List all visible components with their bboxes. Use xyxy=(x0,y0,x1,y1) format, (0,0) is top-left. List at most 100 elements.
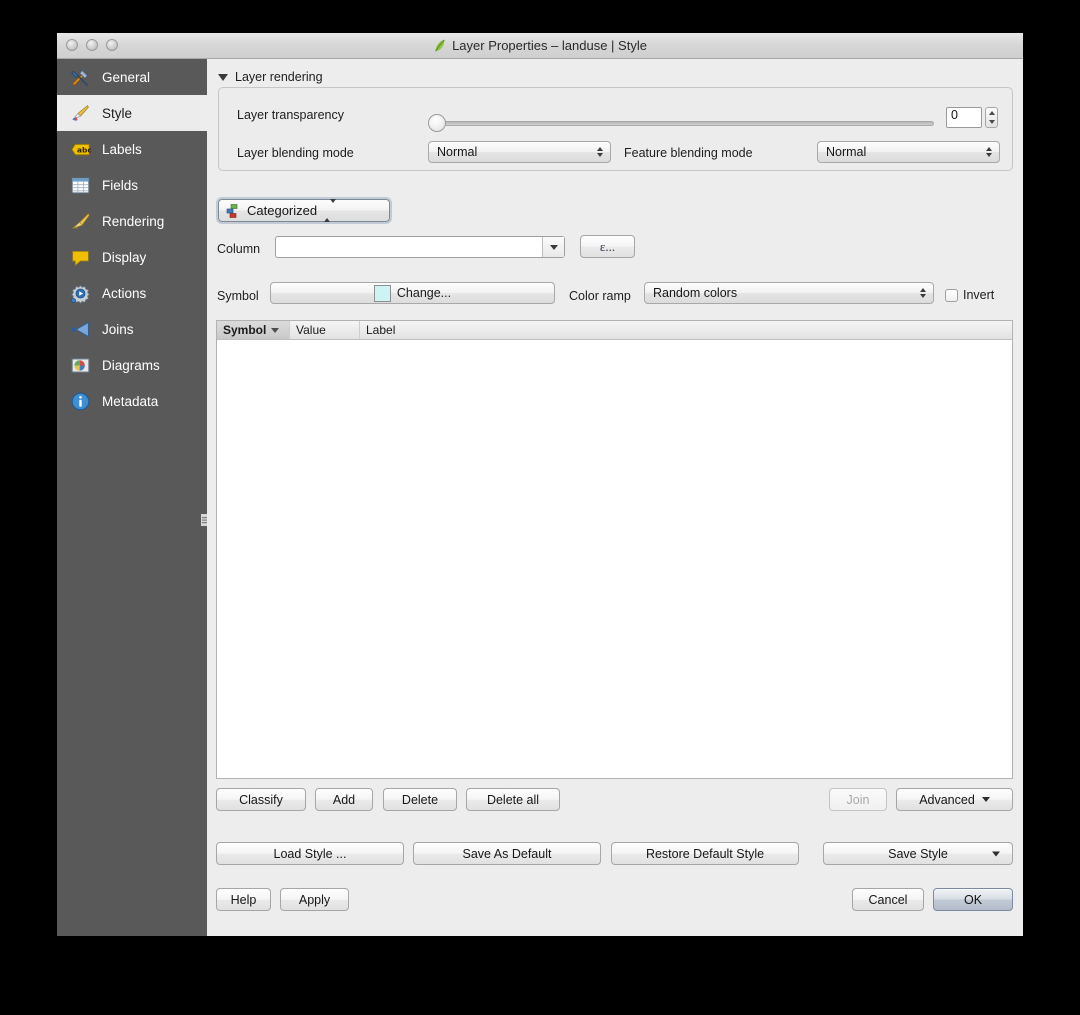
column-dropdown-button[interactable] xyxy=(542,237,564,257)
triangle-down-icon xyxy=(218,73,228,81)
triangle-down-icon xyxy=(992,851,1000,856)
chevron-down-icon xyxy=(549,244,558,250)
gear-play-icon xyxy=(71,284,90,304)
table-body[interactable] xyxy=(217,340,1012,778)
save-style-label: Save Style xyxy=(888,846,948,861)
column-header-label-label: Label xyxy=(366,323,396,337)
renderer-type-value: Categorized xyxy=(247,203,318,218)
restore-default-style-button[interactable]: Restore Default Style xyxy=(611,842,799,865)
color-ramp-label: Color ramp xyxy=(569,289,631,303)
spinbox-stepper[interactable] xyxy=(985,107,998,128)
updown-arrows-icon xyxy=(324,199,337,222)
color-ramp-select[interactable]: Random colors xyxy=(644,282,934,304)
minimize-button[interactable] xyxy=(86,39,98,51)
layer-rendering-group-header[interactable]: Layer rendering xyxy=(218,70,323,84)
spin-down-icon[interactable] xyxy=(988,120,995,125)
layer-rendering-group-title: Layer rendering xyxy=(235,70,323,84)
delete-button[interactable]: Delete xyxy=(383,788,457,811)
sidebar-item-actions[interactable]: Actions xyxy=(57,275,207,311)
column-header-value[interactable]: Value xyxy=(290,321,360,339)
sidebar-item-label: Display xyxy=(102,249,147,265)
svg-text:abc: abc xyxy=(77,145,91,154)
sidebar-item-label: Joins xyxy=(102,321,134,337)
column-header-value-label: Value xyxy=(296,323,326,337)
column-header-label[interactable]: Label xyxy=(360,321,1012,339)
sidebar-item-rendering[interactable]: Rendering xyxy=(57,203,207,239)
cancel-button[interactable]: Cancel xyxy=(852,888,924,911)
sidebar-item-fields[interactable]: Fields xyxy=(57,167,207,203)
invert-checkbox-row[interactable]: Invert xyxy=(945,288,994,302)
slider-groove xyxy=(434,121,934,126)
sidebar-item-label: Actions xyxy=(102,285,147,301)
speech-bubble-icon xyxy=(72,250,89,266)
transparency-value[interactable]: 0 xyxy=(946,107,982,128)
sidebar-item-style[interactable]: Style xyxy=(57,95,207,131)
spin-up-icon[interactable] xyxy=(988,110,995,115)
pie-chart-icon xyxy=(71,357,90,373)
symbol-change-button[interactable]: Change... xyxy=(270,282,555,304)
window-title-text: Layer Properties – landuse | Style xyxy=(452,38,647,53)
save-style-button[interactable]: Save Style xyxy=(823,842,1013,865)
broom-icon xyxy=(72,212,90,229)
layer-rendering-group: Layer transparency 0 Layer blending mode… xyxy=(218,87,1013,171)
color-ramp-value: Random colors xyxy=(653,286,738,300)
delete-all-button[interactable]: Delete all xyxy=(466,788,560,811)
apply-button[interactable]: Apply xyxy=(280,888,349,911)
sidebar-item-labels[interactable]: abc Labels xyxy=(57,131,207,167)
add-button[interactable]: Add xyxy=(315,788,373,811)
slider-handle[interactable] xyxy=(428,114,446,132)
sidebar-item-label: Style xyxy=(102,105,133,121)
sidebar-item-joins[interactable]: Joins xyxy=(57,311,207,347)
sidebar-item-label: Labels xyxy=(102,141,142,157)
layer-transparency-spinbox[interactable]: 0 xyxy=(946,107,998,128)
window-titlebar: Layer Properties – landuse | Style xyxy=(57,33,1023,59)
sidebar-item-label: General xyxy=(102,69,151,85)
table-header-row: Symbol Value Label xyxy=(217,321,1012,340)
save-as-default-button[interactable]: Save As Default xyxy=(413,842,601,865)
sidebar-item-diagrams[interactable]: Diagrams xyxy=(57,347,207,383)
zoom-button[interactable] xyxy=(106,39,118,51)
column-select[interactable] xyxy=(275,236,565,258)
brush-icon xyxy=(72,104,89,121)
categorized-icon xyxy=(226,203,238,218)
sidebar-item-label: Metadata xyxy=(102,393,159,409)
advanced-button[interactable]: Advanced xyxy=(896,788,1013,811)
symbol-preview-swatch xyxy=(373,284,391,302)
close-button[interactable] xyxy=(66,39,78,51)
symbol-change-label: Change... xyxy=(396,286,452,300)
layer-blending-mode-select[interactable]: Normal xyxy=(428,141,611,163)
triangle-down-icon xyxy=(981,797,990,802)
join-arrow-icon xyxy=(70,321,89,337)
ok-button[interactable]: OK xyxy=(933,888,1013,911)
sidebar: General Style abc Labels Fields Renderin… xyxy=(57,59,208,936)
layer-blending-label: Layer blending mode xyxy=(237,146,354,160)
renderer-type-select[interactable]: Categorized xyxy=(218,199,390,222)
expression-builder-button[interactable]: ε... xyxy=(580,235,635,258)
column-header-symbol-label: Symbol xyxy=(223,323,267,337)
sidebar-item-general[interactable]: General xyxy=(57,59,207,95)
feature-blending-label: Feature blending mode xyxy=(624,146,753,160)
classification-table[interactable]: Symbol Value Label xyxy=(216,320,1013,779)
sidebar-item-label: Diagrams xyxy=(102,357,160,373)
window-title: Layer Properties – landuse | Style xyxy=(433,38,647,53)
info-icon xyxy=(71,392,90,410)
sidebar-item-label: Fields xyxy=(102,177,139,193)
help-button[interactable]: Help xyxy=(216,888,271,911)
layer-transparency-slider[interactable] xyxy=(428,113,934,133)
sidebar-item-display[interactable]: Display xyxy=(57,239,207,275)
table-icon xyxy=(71,177,90,193)
abc-label-icon: abc xyxy=(71,143,91,155)
join-button: Join xyxy=(829,788,887,811)
feature-blending-mode-select[interactable]: Normal xyxy=(817,141,1000,163)
qgis-leaf-icon xyxy=(435,39,445,51)
classify-button[interactable]: Classify xyxy=(216,788,306,811)
column-header-symbol[interactable]: Symbol xyxy=(217,321,290,339)
load-style-button[interactable]: Load Style ... xyxy=(216,842,404,865)
invert-label: Invert xyxy=(963,288,995,302)
advanced-button-label: Advanced xyxy=(919,792,975,807)
invert-checkbox[interactable] xyxy=(945,288,958,302)
sidebar-item-metadata[interactable]: Metadata xyxy=(57,383,207,419)
updown-arrows-icon xyxy=(986,147,992,157)
window-controls xyxy=(66,39,118,51)
updown-arrows-icon xyxy=(597,147,603,157)
